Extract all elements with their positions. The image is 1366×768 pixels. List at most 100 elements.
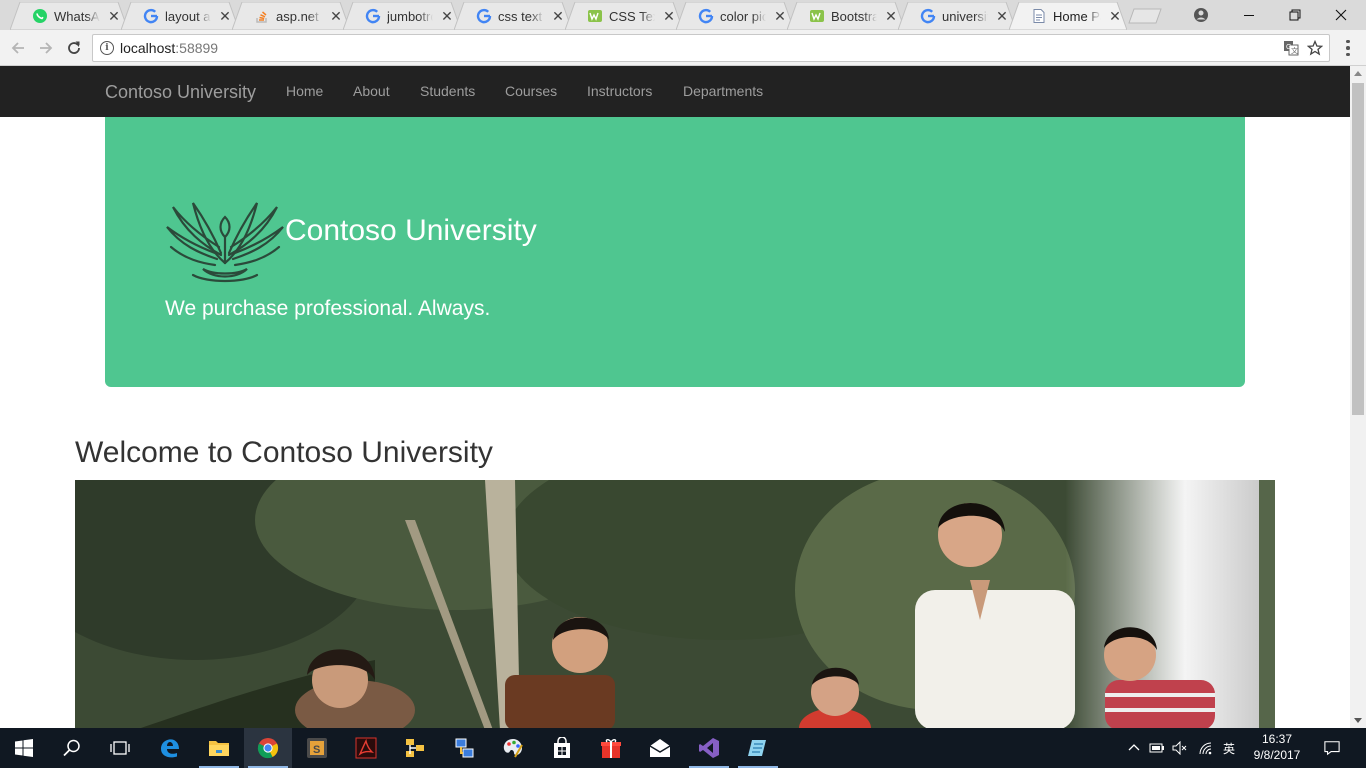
new-tab-button[interactable] bbox=[1128, 8, 1162, 24]
close-window-button[interactable] bbox=[1318, 0, 1364, 30]
action-center-icon[interactable] bbox=[1324, 740, 1340, 756]
page-viewport: Contoso University Home About Students C… bbox=[0, 66, 1350, 728]
chrome-icon[interactable] bbox=[244, 728, 292, 768]
tab-close-icon[interactable]: ✕ bbox=[1109, 8, 1121, 25]
volume-muted-icon[interactable] bbox=[1172, 740, 1188, 756]
scroll-down-icon[interactable] bbox=[1354, 718, 1362, 723]
browser-tab-strip: WhatsApp ✕ layout asp ✕ asp.net mvc ✕ ju… bbox=[0, 0, 1366, 30]
tab-close-icon[interactable]: ✕ bbox=[330, 8, 342, 25]
google-icon bbox=[698, 8, 714, 24]
restore-button[interactable] bbox=[1272, 0, 1318, 30]
tab-close-icon[interactable]: ✕ bbox=[774, 8, 786, 25]
browser-toolbar: i localhost:58899 G文 bbox=[0, 30, 1366, 66]
navbar-brand[interactable]: Contoso University bbox=[105, 82, 256, 103]
nav-link-students[interactable]: Students bbox=[420, 83, 475, 99]
forward-button[interactable] bbox=[36, 38, 56, 58]
google-icon bbox=[365, 8, 381, 24]
nav-link-home[interactable]: Home bbox=[286, 83, 323, 99]
tab-title: CSS Text bbox=[609, 8, 655, 24]
task-view-icon[interactable] bbox=[96, 728, 144, 768]
browser-tab[interactable]: color picker ✕ bbox=[676, 2, 794, 30]
students-photo-illustration bbox=[75, 480, 1275, 728]
visual-studio-icon[interactable] bbox=[685, 728, 733, 768]
tab-title: Home Page bbox=[1053, 8, 1101, 24]
tab-title: WhatsApp bbox=[54, 8, 100, 24]
hero-photo bbox=[75, 480, 1275, 728]
nav-link-departments[interactable]: Departments bbox=[683, 83, 763, 99]
chrome-menu-button[interactable] bbox=[1340, 37, 1356, 59]
back-button[interactable] bbox=[8, 38, 28, 58]
google-icon bbox=[920, 8, 936, 24]
tab-close-icon[interactable]: ✕ bbox=[552, 8, 564, 25]
welcome-heading: Welcome to Contoso University bbox=[75, 436, 493, 469]
tab-close-icon[interactable]: ✕ bbox=[663, 8, 675, 25]
clock-time: 16:37 bbox=[1261, 732, 1293, 746]
google-icon bbox=[143, 8, 159, 24]
browser-tab[interactable]: WhatsApp ✕ bbox=[10, 2, 128, 30]
page-icon bbox=[1031, 8, 1047, 24]
ime-indicator[interactable]: 英 bbox=[1221, 740, 1237, 756]
whatsapp-icon bbox=[32, 8, 48, 24]
tab-title: university bbox=[942, 8, 988, 24]
browser-tab[interactable]: css text color ✕ bbox=[454, 2, 572, 30]
minimize-button[interactable] bbox=[1226, 0, 1272, 30]
battery-icon[interactable] bbox=[1149, 740, 1165, 756]
show-hidden-icons[interactable] bbox=[1126, 740, 1142, 756]
browser-tab[interactable]: asp.net mvc ✕ bbox=[232, 2, 350, 30]
url-host: localhost bbox=[120, 40, 176, 56]
profile-icon[interactable] bbox=[1178, 0, 1224, 30]
scrollbar-thumb[interactable] bbox=[1352, 83, 1364, 415]
mail-icon[interactable] bbox=[636, 728, 684, 768]
site-info-icon[interactable]: i bbox=[100, 41, 114, 55]
w3schools-icon bbox=[809, 8, 825, 24]
tab-title: layout asp bbox=[165, 8, 211, 24]
tab-close-icon[interactable]: ✕ bbox=[108, 8, 120, 25]
address-bar[interactable]: i localhost:58899 G文 bbox=[92, 34, 1330, 62]
jumbotron: Contoso University We purchase professio… bbox=[105, 117, 1245, 387]
network-icon[interactable] bbox=[440, 728, 488, 768]
browser-tab-active[interactable]: Home Page ✕ bbox=[1009, 2, 1127, 30]
browser-tab[interactable]: university ✕ bbox=[898, 2, 1016, 30]
jumbotron-tagline: We purchase professional. Always. bbox=[165, 297, 491, 320]
url-port: :58899 bbox=[175, 40, 219, 56]
store-icon[interactable] bbox=[538, 728, 586, 768]
edge-icon[interactable] bbox=[146, 728, 194, 768]
page-scrollbar[interactable] bbox=[1350, 66, 1366, 728]
acrobat-icon[interactable] bbox=[342, 728, 390, 768]
sublime-icon[interactable]: S bbox=[293, 728, 341, 768]
search-icon[interactable] bbox=[48, 728, 96, 768]
notepad-icon[interactable] bbox=[734, 728, 782, 768]
tab-title: color picker bbox=[720, 8, 766, 24]
stackoverflow-icon bbox=[254, 8, 270, 24]
clock-date: 9/8/2017 bbox=[1253, 748, 1301, 762]
phoenix-logo-icon bbox=[166, 202, 284, 283]
windows-taskbar: S 英 16:37 9/8/2017 bbox=[0, 728, 1366, 768]
gift-icon[interactable] bbox=[587, 728, 635, 768]
wifi-icon[interactable] bbox=[1198, 740, 1214, 756]
browser-tab[interactable]: CSS Text ✕ bbox=[565, 2, 683, 30]
tab-close-icon[interactable]: ✕ bbox=[885, 8, 897, 25]
start-icon[interactable] bbox=[0, 728, 48, 768]
file-explorer-icon[interactable] bbox=[195, 728, 243, 768]
tab-title: css text color bbox=[498, 8, 544, 24]
tab-title: Bootstrap bbox=[831, 8, 877, 24]
bookmark-star-icon[interactable] bbox=[1307, 40, 1323, 56]
nav-link-about[interactable]: About bbox=[353, 83, 390, 99]
taskbar-clock[interactable]: 16:37 9/8/2017 bbox=[1248, 731, 1306, 763]
tab-close-icon[interactable]: ✕ bbox=[219, 8, 231, 25]
nav-link-courses[interactable]: Courses bbox=[505, 83, 557, 99]
translate-icon[interactable]: G文 bbox=[1283, 40, 1299, 56]
url-text: localhost:58899 bbox=[120, 40, 218, 56]
browser-tab[interactable]: Bootstrap ✕ bbox=[787, 2, 905, 30]
browser-tab[interactable]: jumbotron ✕ bbox=[343, 2, 461, 30]
tab-close-icon[interactable]: ✕ bbox=[996, 8, 1008, 25]
browser-tab[interactable]: layout asp ✕ bbox=[121, 2, 239, 30]
paint-icon[interactable] bbox=[489, 728, 537, 768]
nav-link-instructors[interactable]: Instructors bbox=[587, 83, 652, 99]
tab-title: jumbotron bbox=[387, 8, 433, 24]
scroll-up-icon[interactable] bbox=[1354, 71, 1362, 76]
tab-close-icon[interactable]: ✕ bbox=[441, 8, 453, 25]
svg-text:S: S bbox=[313, 744, 320, 756]
folder-tree-icon[interactable] bbox=[391, 728, 439, 768]
reload-button[interactable] bbox=[64, 38, 84, 58]
